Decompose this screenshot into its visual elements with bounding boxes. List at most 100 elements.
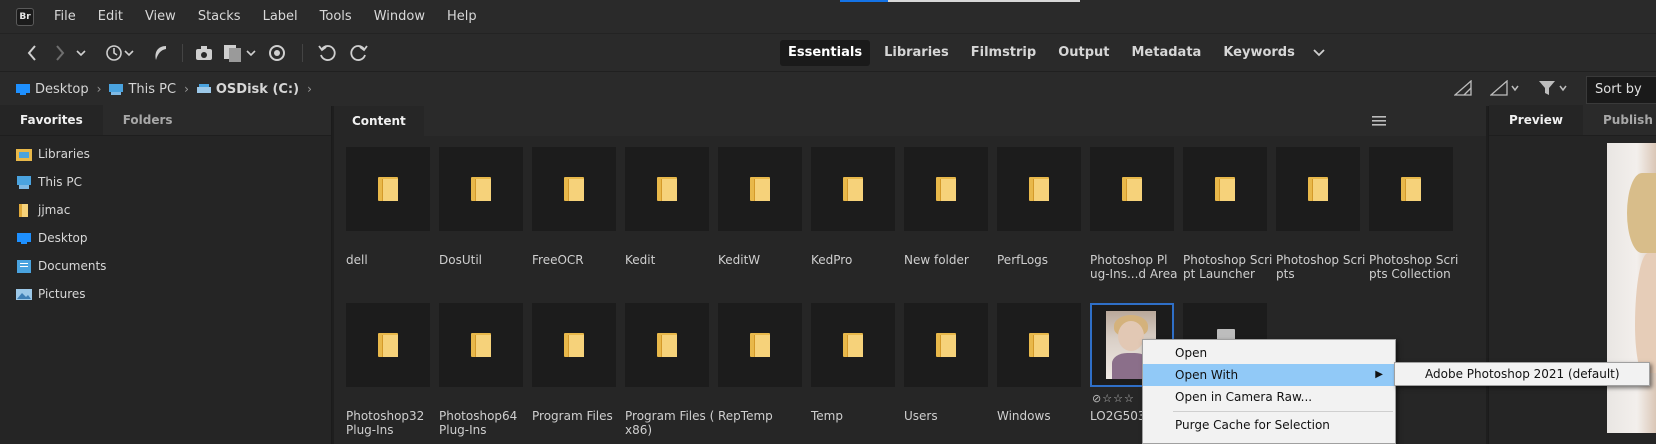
workspace-filmstrip[interactable]: Filmstrip <box>963 40 1044 66</box>
tab-publish[interactable]: Publish <box>1583 105 1656 135</box>
context-menu-purge-cache[interactable]: Purge Cache for Selection <box>1143 414 1395 436</box>
favorite-this-pc[interactable]: This PC <box>0 168 331 196</box>
workspace-output[interactable]: Output <box>1050 40 1117 66</box>
favorite-label: jjmac <box>38 203 71 217</box>
thumbnail-label[interactable]: Photoshop Pl ug-Ins...d Area <box>1090 253 1182 281</box>
favorite-pictures[interactable]: Pictures <box>0 280 331 308</box>
submenu-photoshop-2021[interactable]: Adobe Photoshop 2021 (default) <box>1394 362 1650 386</box>
rating-filter-icon[interactable] <box>1489 79 1520 100</box>
folder-thumbnail[interactable] <box>439 147 523 231</box>
workspace-switcher: Essentials Libraries Filmstrip Output Me… <box>780 40 1325 66</box>
context-menu-open-with[interactable]: Open With ▶ <box>1143 364 1395 386</box>
rotate-left-icon[interactable] <box>316 34 338 72</box>
refine-icon[interactable] <box>266 34 288 72</box>
thumbnail-label[interactable]: Program Files ( x86) <box>625 409 717 437</box>
breadcrumb-desktop[interactable]: Desktop <box>16 82 89 97</box>
thumbnail-label[interactable]: KedPro <box>811 253 903 267</box>
menu-window[interactable]: Window <box>374 9 425 24</box>
panel-menu-icon[interactable] <box>1372 114 1386 130</box>
camera-import-icon[interactable] <box>194 34 216 72</box>
menu-help[interactable]: Help <box>447 9 477 24</box>
thumbnail-label[interactable]: Windows <box>997 409 1089 423</box>
thumbnail-label[interactable]: DosUtil <box>439 253 531 267</box>
folder-thumbnail[interactable] <box>1369 147 1453 231</box>
folder-thumbnail[interactable] <box>811 147 895 231</box>
folder-thumbnail[interactable] <box>997 147 1081 231</box>
forward-icon[interactable] <box>50 34 70 72</box>
folder-thumbnail[interactable] <box>1183 147 1267 231</box>
folder-thumbnail[interactable] <box>811 303 895 387</box>
folder-thumbnail[interactable] <box>346 147 430 231</box>
folder-thumbnail[interactable] <box>718 147 802 231</box>
tab-favorites[interactable]: Favorites <box>0 105 103 135</box>
thumbnail-label[interactable]: Photoshop Scri pts Collection <box>1369 253 1461 281</box>
thumbnail-label[interactable]: PerfLogs <box>997 253 1089 267</box>
menu-label[interactable]: Label <box>263 9 298 24</box>
folder-thumbnail[interactable] <box>997 303 1081 387</box>
thumbnail-label[interactable]: Program Files <box>532 409 624 423</box>
back-icon[interactable] <box>22 34 42 72</box>
thumbnail-label[interactable]: FreeOCR <box>532 253 624 267</box>
app-logo[interactable]: Br <box>16 7 34 26</box>
folder-thumbnail[interactable] <box>532 147 616 231</box>
folder-thumbnail[interactable] <box>439 303 523 387</box>
folder-icon <box>19 203 28 217</box>
favorite-desktop[interactable]: Desktop <box>0 224 331 252</box>
boomerang-icon[interactable] <box>150 34 170 72</box>
menu-tools[interactable]: Tools <box>320 9 352 24</box>
filter-icon[interactable] <box>1538 80 1568 100</box>
menu-view[interactable]: View <box>145 9 176 24</box>
sort-by-dropdown[interactable]: Sort by <box>1586 75 1656 104</box>
thumbnail-label[interactable]: Photoshop Scri pts <box>1276 253 1368 281</box>
chevron-right-icon: › <box>184 82 189 96</box>
pictures-icon <box>16 288 32 300</box>
context-menu-open[interactable]: Open <box>1143 342 1395 364</box>
thumbnail-label[interactable]: Photoshop32 Plug-Ins <box>346 409 438 437</box>
quality-icon[interactable] <box>1453 79 1472 100</box>
folder-thumbnail[interactable] <box>718 303 802 387</box>
favorite-jjmac[interactable]: jjmac <box>0 196 331 224</box>
rating-stars[interactable]: ⊘☆☆☆ <box>1092 392 1135 405</box>
thumbnail-label[interactable]: Photoshop64 Plug-Ins <box>439 409 531 437</box>
preview-panel: Preview Publish <box>1488 105 1656 444</box>
chevron-right-icon[interactable]: › <box>307 82 312 96</box>
folder-thumbnail[interactable] <box>532 303 616 387</box>
folder-thumbnail[interactable] <box>346 303 430 387</box>
folder-thumbnail[interactable] <box>625 147 709 231</box>
rotate-right-icon[interactable] <box>348 34 370 72</box>
workspace-metadata[interactable]: Metadata <box>1124 40 1210 66</box>
breadcrumb-osdisk[interactable]: OSDisk (C:) <box>196 82 299 97</box>
workspace-keywords[interactable]: Keywords <box>1215 40 1303 66</box>
thumbnail-label[interactable]: dell <box>346 253 438 267</box>
desktop-icon <box>16 83 30 95</box>
history-icon[interactable] <box>104 34 136 72</box>
breadcrumb-this-pc[interactable]: This PC <box>109 82 176 97</box>
thumbnail-label[interactable]: Temp <box>811 409 903 423</box>
menu-file[interactable]: File <box>54 9 76 24</box>
thumbnail-label[interactable]: RepTemp <box>718 409 810 423</box>
thumbnail-label[interactable]: Users <box>904 409 996 423</box>
workspace-more-chevron-icon[interactable] <box>1313 45 1325 61</box>
thumbnail-label[interactable]: Photoshop Scri pt Launcher <box>1183 253 1275 281</box>
folder-thumbnail[interactable] <box>625 303 709 387</box>
thumbnail-label[interactable]: New folder <box>904 253 996 267</box>
menu-stacks[interactable]: Stacks <box>198 9 241 24</box>
workspace-libraries[interactable]: Libraries <box>876 40 957 66</box>
tab-folders[interactable]: Folders <box>103 105 193 135</box>
folder-thumbnail[interactable] <box>1090 147 1174 231</box>
menu-edit[interactable]: Edit <box>98 9 123 24</box>
folder-thumbnail[interactable] <box>1276 147 1360 231</box>
folder-thumbnail[interactable] <box>904 147 988 231</box>
chevron-right-icon: › <box>96 82 102 96</box>
context-menu-open-camera-raw[interactable]: Open in Camera Raw... <box>1143 386 1395 408</box>
folder-thumbnail[interactable] <box>904 303 988 387</box>
tab-preview[interactable]: Preview <box>1489 105 1584 135</box>
workspace-essentials[interactable]: Essentials <box>780 40 871 66</box>
favorite-libraries[interactable]: Libraries <box>0 140 331 168</box>
thumbnail-label[interactable]: KeditW <box>718 253 810 267</box>
tab-content[interactable]: Content <box>334 106 424 136</box>
favorite-documents[interactable]: Documents <box>0 252 331 280</box>
thumbnail-label[interactable]: Kedit <box>625 253 717 267</box>
copy-files-icon[interactable] <box>222 34 258 72</box>
chevron-down-icon[interactable] <box>74 34 88 72</box>
